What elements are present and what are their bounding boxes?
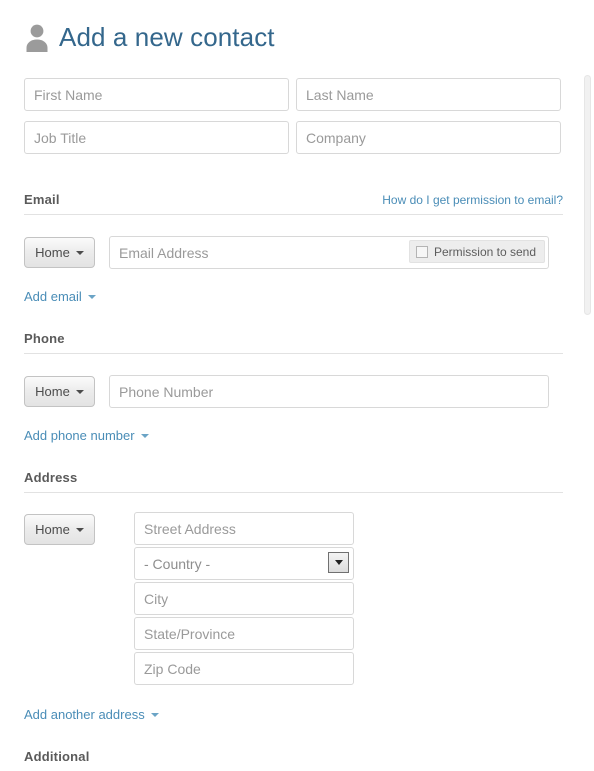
phone-section-divider [24,353,563,354]
phone-type-label: Home [35,384,70,399]
email-type-dropdown[interactable]: Home [24,237,95,268]
permission-to-send-label: Permission to send [433,244,536,259]
chevron-down-icon [75,527,84,532]
chevron-down-icon [75,250,84,255]
permission-checkbox-icon[interactable] [415,245,428,258]
phone-number-input[interactable] [109,375,549,408]
address-type-dropdown[interactable]: Home [24,514,95,545]
address-section-header: Address [24,470,563,493]
add-another-address-link[interactable]: Add another address [24,707,159,722]
chevron-down-icon [87,294,96,299]
first-name-input[interactable] [24,78,289,111]
email-section-divider [24,214,563,215]
name-row-2 [24,121,561,154]
add-phone-number-link[interactable]: Add phone number [24,428,149,443]
add-contact-form-page: Add a new contact Email How do I get per… [0,0,594,764]
additional-section-title: Additional [24,749,90,764]
country-select[interactable]: - Country - [134,547,354,580]
email-type-label: Home [35,245,70,260]
email-permission-help-link[interactable]: How do I get permission to email? [382,193,563,207]
vertical-scrollbar-track[interactable] [579,0,594,763]
company-input[interactable] [296,121,561,154]
vertical-scrollbar-thumb[interactable] [584,75,591,315]
city-input[interactable] [134,582,354,615]
email-input-wrapper: Permission to send [109,236,549,269]
additional-section-header: Additional [24,749,563,771]
job-title-input[interactable] [24,121,289,154]
chevron-down-icon [140,433,149,438]
email-section-header: Email How do I get permission to email? [24,192,563,215]
email-section-title: Email [24,192,60,207]
add-another-address-label: Add another address [24,707,145,722]
name-fields-group [24,78,561,164]
name-row-1 [24,78,561,111]
phone-entry-row: Home [24,375,549,408]
select-arrow-icon[interactable] [328,552,349,573]
add-phone-number-label: Add phone number [24,428,135,443]
phone-section-header: Phone [24,331,563,354]
chevron-down-icon [75,389,84,394]
address-fields-group: - Country - [134,512,354,685]
address-section-title: Address [24,470,78,485]
add-email-link[interactable]: Add email [24,289,96,304]
page-title: Add a new contact [59,22,275,52]
zip-code-input[interactable] [134,652,354,685]
chevron-down-icon [150,712,159,717]
state-province-input[interactable] [134,617,354,650]
person-icon [24,22,50,52]
address-section-divider [24,492,563,493]
last-name-input[interactable] [296,78,561,111]
add-email-label: Add email [24,289,82,304]
email-entry-row: Home Permission to send [24,236,549,269]
phone-section-title: Phone [24,331,65,346]
phone-type-dropdown[interactable]: Home [24,376,95,407]
country-select-value[interactable]: - Country - [134,547,354,580]
permission-to-send-toggle[interactable]: Permission to send [408,240,545,263]
page-header: Add a new contact [24,22,275,52]
address-type-label: Home [35,522,70,537]
street-address-input[interactable] [134,512,354,545]
